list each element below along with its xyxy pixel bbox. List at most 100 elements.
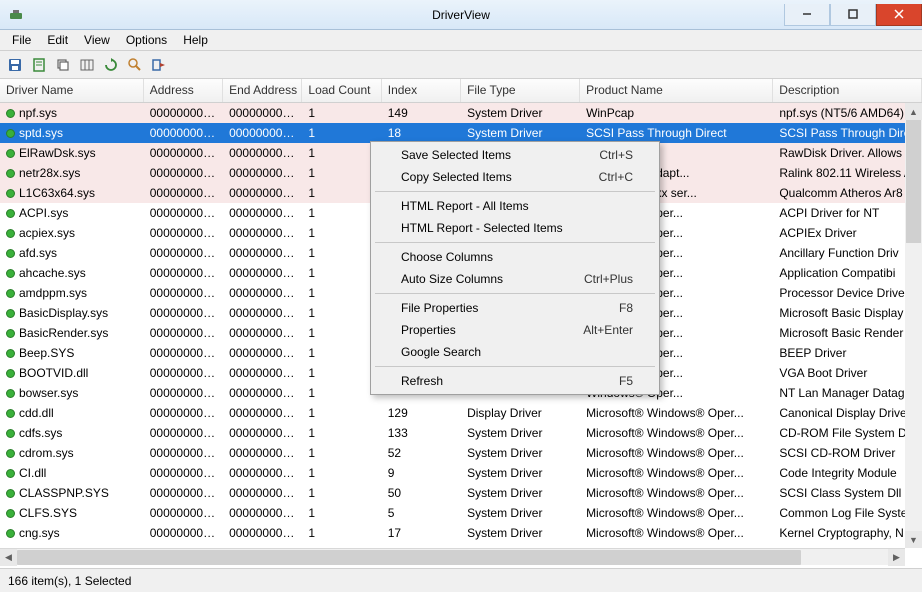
- menu-separator: [375, 191, 655, 192]
- table-row[interactable]: sptd.sys00000000`0...00000000`0...118Sys…: [0, 123, 922, 143]
- cell-address: 00000000`0...: [144, 344, 223, 362]
- table-row[interactable]: cdfs.sys00000000`0...00000000`0...1133Sy…: [0, 423, 922, 443]
- cell-product-name: Microsoft® Windows® Oper...: [580, 484, 773, 502]
- find-icon[interactable]: [124, 54, 146, 76]
- titlebar: DriverView: [0, 0, 922, 30]
- status-text: 166 item(s), 1 Selected: [8, 574, 131, 588]
- col-product-name[interactable]: Product Name: [580, 79, 773, 102]
- vertical-scrollbar[interactable]: ▲ ▼: [905, 103, 922, 548]
- scroll-down-icon[interactable]: ▼: [905, 531, 922, 548]
- col-description[interactable]: Description: [773, 79, 922, 102]
- cell-address: 00000000`0...: [144, 464, 223, 482]
- maximize-button[interactable]: [830, 4, 876, 26]
- cell-index: 5: [382, 504, 461, 522]
- col-driver-name[interactable]: Driver Name: [0, 79, 144, 102]
- context-menu-item[interactable]: PropertiesAlt+Enter: [373, 319, 657, 341]
- cell-load-count: 1: [302, 464, 381, 482]
- cell-file-type: Display Driver: [461, 404, 580, 422]
- col-end-address[interactable]: End Address: [223, 79, 302, 102]
- save-icon[interactable]: [4, 54, 26, 76]
- status-dot-icon: [6, 109, 15, 118]
- context-menu-item[interactable]: File PropertiesF8: [373, 297, 657, 319]
- cell-end-address: 00000000`0...: [223, 364, 302, 382]
- col-load-count[interactable]: Load Count: [302, 79, 381, 102]
- cell-end-address: 00000000`0...: [223, 404, 302, 422]
- minimize-button[interactable]: [784, 4, 830, 26]
- properties-icon[interactable]: [28, 54, 50, 76]
- status-dot-icon: [6, 129, 15, 138]
- close-button[interactable]: [876, 4, 922, 26]
- table-row[interactable]: npf.sys00000000`0...00000000`0...1149Sys…: [0, 103, 922, 123]
- cell-driver-name: L1C63x64.sys: [19, 186, 95, 200]
- cell-description: Canonical Display Drive: [773, 404, 922, 422]
- context-menu-item[interactable]: Choose Columns: [373, 246, 657, 268]
- context-menu-item[interactable]: Auto Size ColumnsCtrl+Plus: [373, 268, 657, 290]
- scroll-right-icon[interactable]: ▶: [888, 549, 905, 566]
- context-menu-item[interactable]: HTML Report - All Items: [373, 195, 657, 217]
- context-menu-item[interactable]: RefreshF5: [373, 370, 657, 392]
- cell-index: 149: [382, 104, 461, 122]
- menu-options[interactable]: Options: [118, 31, 175, 49]
- statusbar: 166 item(s), 1 Selected: [0, 568, 922, 592]
- cell-end-address: 00000000`0...: [223, 184, 302, 202]
- table-row[interactable]: CI.dll00000000`0...00000000`0...19System…: [0, 463, 922, 483]
- cell-description: CD-ROM File System D: [773, 424, 922, 442]
- cell-description: Code Integrity Module: [773, 464, 922, 482]
- cell-file-type: System Driver: [461, 464, 580, 482]
- cell-end-address: 00000000`0...: [223, 144, 302, 162]
- cell-driver-name: CLFS.SYS: [19, 506, 77, 520]
- cell-end-address: 00000000`0...: [223, 264, 302, 282]
- menu-help[interactable]: Help: [175, 31, 216, 49]
- cell-address: 00000000`0...: [144, 424, 223, 442]
- cell-driver-name: cng.sys: [19, 526, 60, 540]
- table-row[interactable]: cdrom.sys00000000`0...00000000`0...152Sy…: [0, 443, 922, 463]
- menu-file[interactable]: File: [4, 31, 39, 49]
- menu-separator: [375, 293, 655, 294]
- cell-end-address: 00000000`0...: [223, 284, 302, 302]
- table-row[interactable]: CLASSPNP.SYS00000000`0...00000000`0...15…: [0, 483, 922, 503]
- cell-end-address: 00000000`0...: [223, 244, 302, 262]
- copy-icon[interactable]: [52, 54, 74, 76]
- cell-end-address: 00000000`0...: [223, 124, 302, 142]
- cell-file-type: System Driver: [461, 104, 580, 122]
- horizontal-scrollbar[interactable]: ◀ ▶: [0, 548, 905, 565]
- status-dot-icon: [6, 529, 15, 538]
- status-dot-icon: [6, 469, 15, 478]
- cell-address: 00000000`0...: [144, 404, 223, 422]
- cell-end-address: 00000000`0...: [223, 344, 302, 362]
- cell-driver-name: sptd.sys: [19, 126, 63, 140]
- cell-address: 00000000`0...: [144, 304, 223, 322]
- context-menu-item[interactable]: Copy Selected ItemsCtrl+C: [373, 166, 657, 188]
- col-file-type[interactable]: File Type: [461, 79, 580, 102]
- scroll-left-icon[interactable]: ◀: [0, 549, 17, 566]
- col-address[interactable]: Address: [144, 79, 223, 102]
- cell-end-address: 00000000`0...: [223, 204, 302, 222]
- cell-index: 133: [382, 424, 461, 442]
- table-row[interactable]: CLFS.SYS00000000`0...00000000`0...15Syst…: [0, 503, 922, 523]
- cell-load-count: 1: [302, 504, 381, 522]
- col-index[interactable]: Index: [382, 79, 461, 102]
- status-dot-icon: [6, 309, 15, 318]
- cell-file-type: System Driver: [461, 484, 580, 502]
- columns-icon[interactable]: [76, 54, 98, 76]
- table-row[interactable]: cng.sys00000000`0...00000000`0...117Syst…: [0, 523, 922, 543]
- cell-driver-name: npf.sys: [19, 106, 57, 120]
- cell-description: Kernel Cryptography, N: [773, 524, 922, 542]
- refresh-icon[interactable]: [100, 54, 122, 76]
- status-dot-icon: [6, 189, 15, 198]
- scroll-thumb-v[interactable]: [906, 120, 921, 243]
- cell-description: SCSI CD-ROM Driver: [773, 444, 922, 462]
- menu-edit[interactable]: Edit: [39, 31, 76, 49]
- context-menu-item[interactable]: Google Search: [373, 341, 657, 363]
- cell-description: Microsoft Basic Render: [773, 324, 922, 342]
- context-menu-item[interactable]: HTML Report - Selected Items: [373, 217, 657, 239]
- table-row[interactable]: cdd.dll00000000`0...00000000`0...1129Dis…: [0, 403, 922, 423]
- cell-address: 00000000`0...: [144, 364, 223, 382]
- cell-driver-name: amdppm.sys: [19, 286, 87, 300]
- scroll-thumb-h[interactable]: [17, 550, 801, 565]
- menu-view[interactable]: View: [76, 31, 118, 49]
- scroll-up-icon[interactable]: ▲: [905, 103, 922, 120]
- context-menu-item[interactable]: Save Selected ItemsCtrl+S: [373, 144, 657, 166]
- exit-icon[interactable]: [148, 54, 170, 76]
- cell-load-count: 1: [302, 424, 381, 442]
